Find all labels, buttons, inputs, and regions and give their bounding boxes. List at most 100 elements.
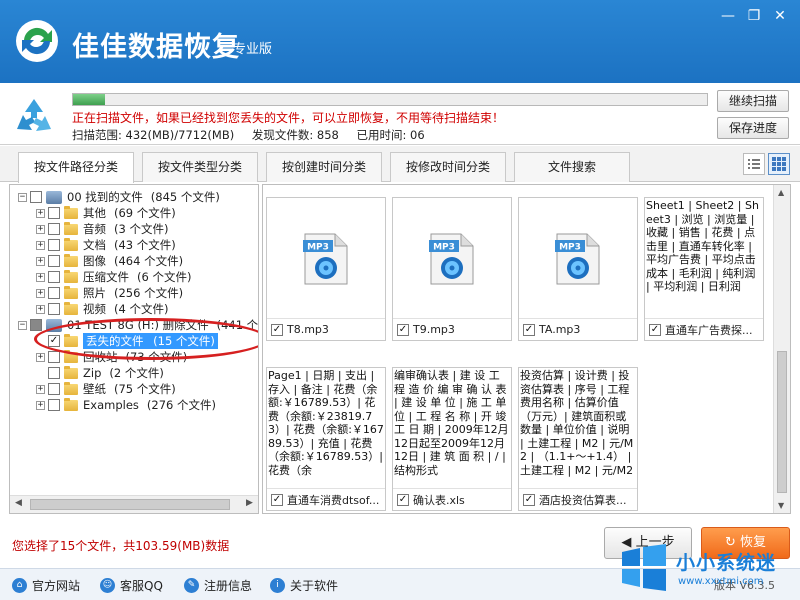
file-card-footer: 确认表.xls — [393, 488, 511, 510]
folder-icon — [64, 301, 78, 315]
tree-node-documents[interactable]: + 文档 (43 个文件) — [36, 237, 176, 253]
collapse-toggle[interactable]: − — [18, 320, 27, 330]
grid-vertical-scrollbar[interactable]: ▲ ▼ — [773, 185, 790, 513]
tree-node-other[interactable]: + 其他 (69 个文件) — [36, 205, 176, 221]
previous-step-button[interactable]: ◀ 上一步 — [604, 527, 692, 559]
list-view-icon — [748, 159, 760, 169]
tab-by-modified[interactable]: 按修改时间分类 — [390, 152, 506, 182]
official-site-link[interactable]: ⌂ 官方网站 — [12, 577, 80, 594]
list-view-button[interactable] — [743, 153, 765, 175]
tree-checkbox[interactable] — [48, 271, 60, 283]
home-icon: ⌂ — [12, 578, 27, 593]
scrollbar-thumb[interactable] — [30, 499, 230, 510]
scroll-down-icon[interactable]: ▼ — [778, 501, 784, 510]
tree-node-zip[interactable]: Zip (2 个文件) — [36, 365, 164, 381]
file-checkbox[interactable] — [397, 323, 409, 336]
tree-checkbox[interactable] — [30, 191, 42, 203]
thumbnail-view-button[interactable] — [768, 153, 790, 175]
tree-node-photos[interactable]: + 照片 (256 个文件) — [36, 285, 183, 301]
scan-progress-fill — [73, 94, 105, 105]
collapse-toggle[interactable]: − — [18, 192, 27, 202]
tree-checkbox[interactable] — [30, 319, 42, 331]
expand-toggle[interactable]: + — [36, 400, 45, 410]
expand-toggle[interactable]: + — [36, 208, 45, 218]
close-button[interactable]: ✕ — [768, 6, 792, 26]
continue-scan-button[interactable]: 继续扫描 — [717, 90, 789, 112]
file-card-t8[interactable]: MP3 T8.mp3 — [266, 197, 386, 341]
scroll-up-icon[interactable]: ▲ — [778, 188, 784, 197]
expand-toggle[interactable]: + — [36, 288, 45, 298]
minimize-button[interactable]: — — [716, 6, 740, 26]
file-checkbox[interactable] — [649, 323, 661, 336]
tab-file-search[interactable]: 文件搜索 — [514, 152, 630, 182]
tree-checkbox[interactable] — [48, 367, 60, 379]
grid-view-icon — [772, 157, 786, 171]
tree-checkbox[interactable] — [48, 255, 60, 267]
file-card-ta[interactable]: MP3 TA.mp3 — [518, 197, 638, 341]
tree-node-archives[interactable]: + 压缩文件 (6 个文件) — [36, 269, 191, 285]
file-checkbox[interactable] — [271, 323, 283, 336]
tree-node-found-files[interactable]: − 00 找到的文件 (845 个文件) — [18, 189, 220, 205]
file-thumbnail-grid: MP3 T8.mp3 MP3 T9.mp3 — [262, 184, 791, 514]
tab-by-type[interactable]: 按文件类型分类 — [142, 152, 258, 182]
expand-toggle[interactable]: + — [36, 272, 45, 282]
tree-node-wallpaper[interactable]: + 壁纸 (75 个文件) — [36, 381, 176, 397]
file-thumbnail: MP3 — [393, 198, 511, 316]
scan-stats: 扫描范围: 432(MB)/7712(MB) 发现文件数: 858 已用时间: … — [72, 127, 439, 143]
file-card-consumption[interactable]: Page1 | 日期 | 支出 | 存入 | 备注 | 花费（余额:￥16789… — [266, 367, 386, 511]
expand-toggle[interactable]: + — [36, 256, 45, 266]
tab-by-path[interactable]: 按文件路径分类 — [18, 152, 134, 183]
tree-node-videos[interactable]: + 视频 (4 个文件) — [36, 301, 168, 317]
about-software-link[interactable]: i 关于软件 — [270, 577, 338, 594]
tree-checkbox[interactable] — [48, 399, 60, 411]
registration-info-link[interactable]: ✎ 注册信息 — [184, 577, 252, 594]
tree-checkbox[interactable] — [48, 287, 60, 299]
expand-toggle[interactable]: + — [36, 352, 45, 362]
scan-panel: 正在扫描文件，如果已经找到您丢失的文件，可以立即恢复，不用等待扫描结束！ 扫描范… — [0, 83, 800, 145]
folder-icon — [64, 205, 78, 219]
recover-button[interactable]: ↻ 恢复 — [701, 527, 790, 559]
tree-node-deleted-files[interactable]: − 01 TEST 8G (H:) 删除文件 (441 个文 — [18, 317, 258, 333]
file-checkbox[interactable] — [523, 493, 535, 506]
tab-by-created[interactable]: 按创建时间分类 — [266, 152, 382, 182]
file-checkbox[interactable] — [271, 493, 283, 506]
tree-checkbox[interactable] — [48, 351, 60, 363]
file-name: 直通车广告费探... — [665, 323, 753, 337]
expand-toggle[interactable]: + — [36, 384, 45, 394]
tree-node-lost-files[interactable]: 丢失的文件 (15 个文件) — [36, 333, 218, 349]
file-card-confirm-xls[interactable]: 编审确认表 | 建 设 工 程 造 价 编 审 确 认 表 | 建 设 单 位 … — [392, 367, 512, 511]
tree-node-audio[interactable]: + 音频 (3 个文件) — [36, 221, 168, 237]
save-progress-button[interactable]: 保存进度 — [717, 117, 789, 139]
tree-checkbox[interactable] — [48, 383, 60, 395]
file-checkbox[interactable] — [523, 323, 535, 336]
support-qq-link[interactable]: ☺ 客服QQ — [100, 577, 163, 594]
scroll-left-icon[interactable]: ◀ — [15, 498, 22, 508]
file-card-hotel-estimate[interactable]: 投资估算 | 设计费 | 投资估算表 | 序号 | 工程费用名称 | 估算价值（… — [518, 367, 638, 511]
tree-node-recycle-bin[interactable]: + 回收站 (73 个文件) — [36, 349, 187, 365]
tree-checkbox-checked[interactable] — [48, 335, 60, 347]
folder-icon — [64, 333, 78, 347]
file-card-ad-fee[interactable]: Sheet1 | Sheet2 | Sheet3 | 浏览 | 浏览量 | 收藏… — [644, 197, 764, 341]
tree-node-images[interactable]: + 图像 (464 个文件) — [36, 253, 183, 269]
tree-horizontal-scrollbar[interactable]: ◀ ▶ — [10, 495, 258, 513]
expand-toggle[interactable]: + — [36, 240, 45, 250]
restore-button[interactable]: ❐ — [742, 6, 766, 26]
file-text-preview: Sheet1 | Sheet2 | Sheet3 | 浏览 | 浏览量 | 收藏… — [646, 199, 759, 293]
expand-toggle[interactable]: + — [36, 224, 45, 234]
folder-tree[interactable]: − 00 找到的文件 (845 个文件) + 其他 (69 个文件) + 音频 … — [9, 184, 259, 514]
scroll-right-icon[interactable]: ▶ — [246, 498, 253, 508]
footer-bar: ⌂ 官方网站 ☺ 客服QQ ✎ 注册信息 i 关于软件 版本 V6.3.5 — [0, 568, 800, 600]
elapsed-time: 已用时间: 06 — [356, 128, 425, 142]
tree-checkbox[interactable] — [48, 303, 60, 315]
expand-toggle[interactable]: + — [36, 304, 45, 314]
tree-node-examples[interactable]: + Examples (276 个文件) — [36, 397, 216, 413]
info-icon: i — [270, 578, 285, 593]
tree-checkbox[interactable] — [48, 239, 60, 251]
file-card-t9[interactable]: MP3 T9.mp3 — [392, 197, 512, 341]
scrollbar-thumb[interactable] — [777, 351, 787, 493]
folder-icon — [64, 221, 78, 235]
title-bar: 佳佳数据恢复 专业版 — ❐ ✕ — [0, 0, 800, 83]
file-checkbox[interactable] — [397, 493, 409, 506]
tree-checkbox[interactable] — [48, 207, 60, 219]
tree-checkbox[interactable] — [48, 223, 60, 235]
